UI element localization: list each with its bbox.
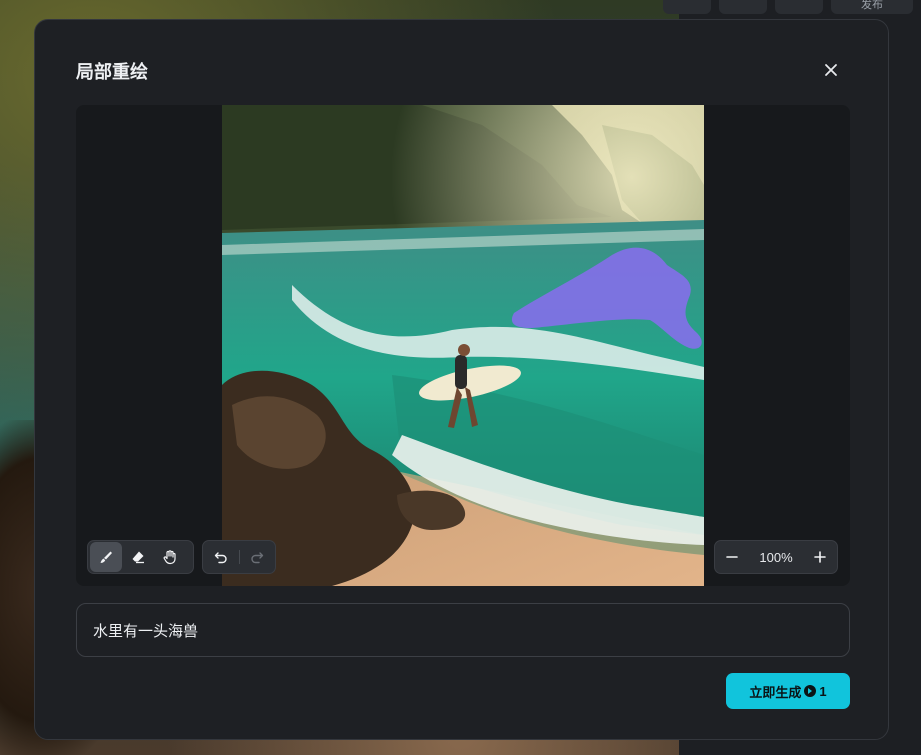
prompt-input[interactable]: 水里有一头海兽 [76, 603, 850, 657]
eraser-tool-button[interactable] [122, 542, 154, 572]
beach-surfer-image [222, 105, 704, 586]
generate-label: 立即生成 [749, 684, 802, 700]
background-toolbar: 发布 [663, 0, 913, 14]
source-image[interactable] [222, 105, 704, 586]
bg-publish-button[interactable]: 发布 [831, 0, 913, 14]
minus-icon [726, 556, 739, 558]
close-icon [825, 64, 837, 76]
hand-tool-button[interactable] [154, 542, 186, 572]
tool-divider [238, 550, 240, 564]
edit-canvas[interactable]: 100% [76, 105, 850, 586]
bg-publish-label: 发布 [861, 0, 883, 11]
redo-button[interactable] [241, 542, 273, 572]
plus-icon [813, 551, 826, 563]
close-button[interactable] [819, 58, 843, 82]
brush-tool-group [87, 540, 194, 574]
history-tool-group [202, 540, 276, 574]
generate-button[interactable]: 立即生成 1 [726, 673, 850, 709]
hand-icon [163, 550, 176, 565]
eraser-icon [132, 551, 144, 564]
bg-toolbar-button[interactable] [719, 0, 767, 14]
credit-cost: 1 [819, 683, 827, 699]
dialog-title: 局部重绘 [76, 62, 148, 82]
bg-toolbar-button[interactable] [775, 0, 823, 14]
inpaint-dialog: 局部重绘 100% 水里有一头海兽 立即生成 1 [34, 19, 889, 740]
undo-icon [214, 552, 227, 564]
credit-icon [804, 685, 817, 697]
zoom-out-button[interactable] [717, 542, 748, 572]
zoom-controls: 100% [714, 540, 838, 574]
zoom-in-button[interactable] [804, 542, 835, 572]
undo-button[interactable] [205, 542, 237, 572]
brush-icon [100, 551, 112, 563]
zoom-level: 100% [759, 549, 793, 565]
bg-toolbar-button[interactable] [663, 0, 711, 14]
prompt-text: 水里有一头海兽 [93, 622, 199, 640]
brush-tool-button[interactable] [90, 542, 122, 572]
redo-icon [251, 552, 264, 564]
